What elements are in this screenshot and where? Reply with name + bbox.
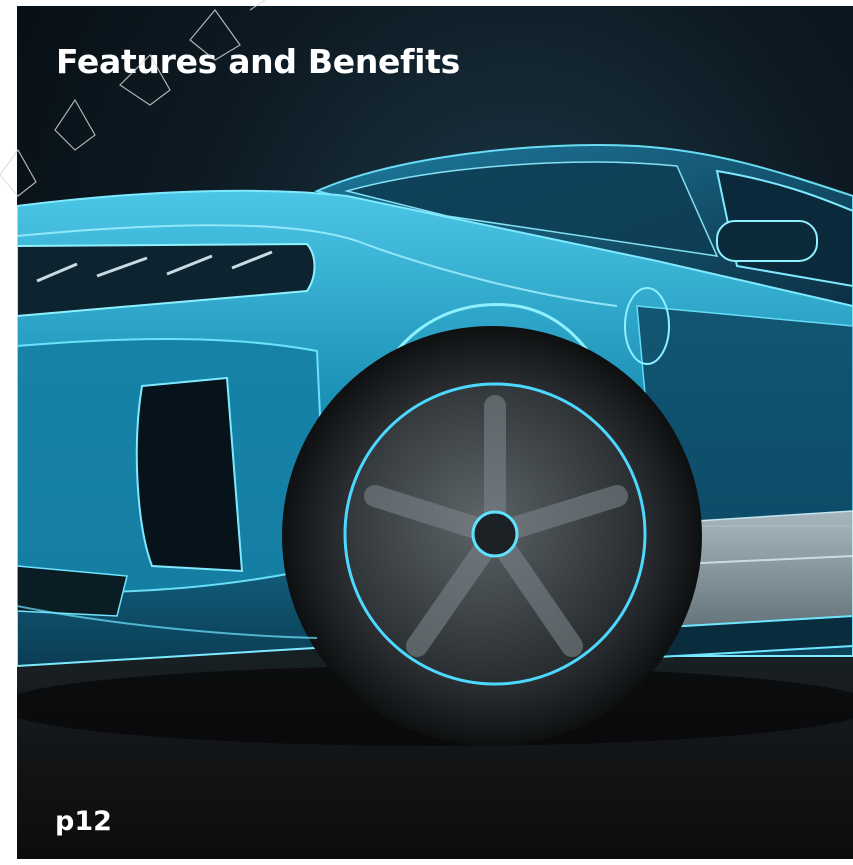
car-image xyxy=(17,144,853,746)
page-title: Features and Benefits xyxy=(56,42,460,81)
feature-tile[interactable]: Features and Benefits p12 xyxy=(17,6,853,859)
page-reference[interactable]: p12 xyxy=(55,806,112,837)
hub xyxy=(471,510,519,558)
air-intake xyxy=(135,376,244,573)
mirror xyxy=(716,220,818,262)
